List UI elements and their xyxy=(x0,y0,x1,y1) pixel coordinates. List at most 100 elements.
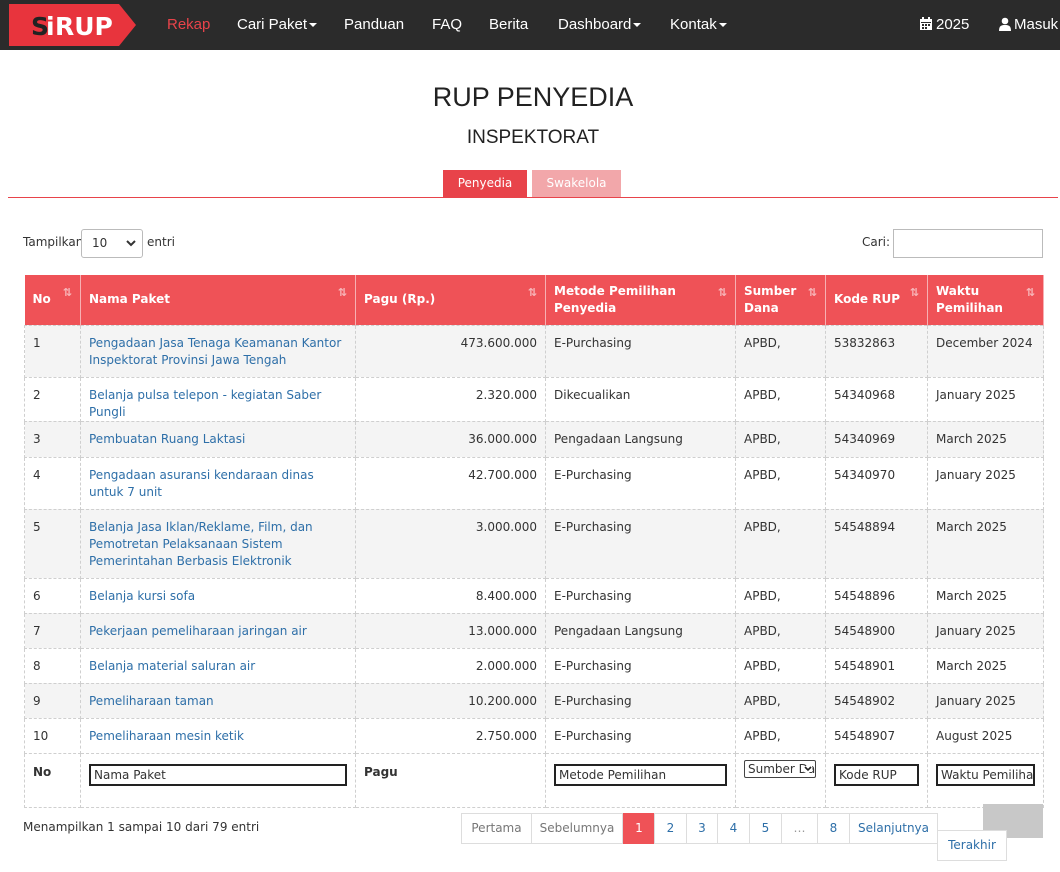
filter-kode-rup-input[interactable]: Kode RUP xyxy=(834,763,919,786)
cell-pagu: 3.000.000 xyxy=(355,508,546,579)
table-row: 3 Pembuatan Ruang Laktasi 36.000.000 Pen… xyxy=(24,420,1044,458)
cell-nama-paket-link[interactable]: Pemeliharaan mesin ketik xyxy=(80,717,356,754)
cell-waktu: March 2025 xyxy=(927,577,1044,614)
sort-icon: ⇅ xyxy=(337,286,347,299)
pagination-page-4[interactable]: 4 xyxy=(717,813,750,844)
column-header-nama-paket[interactable]: Nama Paket ⇅ xyxy=(80,275,356,325)
cell-nama-paket-link[interactable]: Pekerjaan pemeliharaan jaringan air xyxy=(80,612,356,649)
cell-nama-paket-link[interactable]: Pembuatan Ruang Laktasi xyxy=(80,420,356,458)
nav-dashboard[interactable]: Dashboard xyxy=(558,0,642,50)
table-row: 9 Pemeliharaan taman 10.200.000 E-Purcha… xyxy=(24,682,1044,719)
pagination-prev[interactable]: Sebelumnya xyxy=(531,813,623,844)
tab-penyedia[interactable]: Penyedia xyxy=(443,170,527,197)
cell-pagu: 2.750.000 xyxy=(355,717,546,754)
filter-waktu-input[interactable]: Waktu Pemilihan xyxy=(936,763,1035,786)
sort-icon: ⇅ xyxy=(1025,286,1035,299)
table-row: 2 Belanja pulsa telepon - kegiatan Saber… xyxy=(24,376,1044,422)
pagination-first[interactable]: Pertama xyxy=(461,813,532,844)
column-header-no[interactable]: No ⇅ xyxy=(24,275,81,325)
column-header-sumber-dana[interactable]: Sumber Dana ⇅ xyxy=(735,275,826,325)
nav-login-label: Masuk xyxy=(1014,16,1059,33)
cell-waktu: August 2025 xyxy=(927,717,1044,754)
cell-metode: Dikecualikan xyxy=(545,376,736,422)
cell-waktu: January 2025 xyxy=(927,456,1044,510)
cell-kode-rup: 54548907 xyxy=(825,717,928,754)
cell-nama-paket-link[interactable]: Pemeliharaan taman xyxy=(80,682,356,719)
nav-berita-label: Berita xyxy=(489,16,529,33)
cell-nama-paket-link[interactable]: Belanja material saluran air xyxy=(80,647,356,684)
cell-sumber-dana: APBD, xyxy=(735,420,826,458)
table-row: 10 Pemeliharaan mesin ketik 2.750.000 E-… xyxy=(24,717,1044,754)
cell-nama-paket-link[interactable]: Pengadaan Jasa Tenaga Keamanan Kantor In… xyxy=(80,324,356,378)
filter-sumber-dana-select[interactable]: Sumber Dana xyxy=(744,759,816,778)
column-header-metode[interactable]: Metode Pemilihan Penyedia ⇅ xyxy=(545,275,736,325)
pagination-last[interactable]: Terakhir xyxy=(937,830,1007,861)
nav-cari-paket-label: Cari Paket xyxy=(237,16,308,33)
cell-sumber-dana: APBD, xyxy=(735,376,826,422)
cell-waktu: March 2025 xyxy=(927,508,1044,579)
pagination-next[interactable]: Selanjutnya xyxy=(849,813,938,844)
pagination-page-8[interactable]: 8 xyxy=(817,813,850,844)
cell-no: 2 xyxy=(24,376,81,422)
filter-metode-input[interactable]: Metode Pemilihan xyxy=(554,763,727,786)
cell-nama-paket-link[interactable]: Pengadaan asuransi kendaraan dinas untuk… xyxy=(80,456,356,510)
cell-kode-rup: 54548896 xyxy=(825,577,928,614)
search-input[interactable] xyxy=(893,229,1043,258)
pagination-page-3[interactable]: 3 xyxy=(686,813,718,844)
pagination-ellipsis: … xyxy=(781,813,818,844)
column-header-label: Waktu Pemilihan xyxy=(936,283,1003,315)
nav-cari-paket[interactable]: Cari Paket xyxy=(237,0,318,50)
cell-no: 10 xyxy=(24,717,81,754)
column-header-waktu[interactable]: Waktu Pemilihan ⇅ xyxy=(927,275,1044,325)
svg-text:RUP: RUP xyxy=(55,12,113,41)
nav-year[interactable]: 2025 xyxy=(919,0,969,50)
pagination-page-1[interactable]: 1 xyxy=(623,813,655,844)
length-suffix: entri xyxy=(147,235,175,249)
nav-rekap[interactable]: Rekap xyxy=(167,0,210,50)
sort-icon: ⇅ xyxy=(527,286,537,299)
cell-metode: Pengadaan Langsung xyxy=(545,612,736,649)
nav-login[interactable]: Masuk xyxy=(999,0,1058,50)
nav-rekap-label: Rekap xyxy=(167,16,211,33)
filter-cell-kode: Kode RUP xyxy=(825,752,928,808)
page-title: RUP PENYEDIA xyxy=(432,82,634,112)
rup-table: No ⇅ Nama Paket ⇅ Pagu (Rp.) ⇅ Metode Pemil… xyxy=(24,275,1044,808)
chevron-down-icon xyxy=(309,23,318,28)
cell-kode-rup: 53832863 xyxy=(825,324,928,378)
cell-nama-paket-link[interactable]: Belanja Jasa Iklan/Reklame, Film, dan Pe… xyxy=(80,508,356,579)
nav-kontak[interactable]: Kontak xyxy=(670,0,727,50)
nav-faq-label: FAQ xyxy=(432,16,463,33)
column-header-label: No xyxy=(32,292,51,307)
cell-nama-paket-link[interactable]: Belanja pulsa telepon - kegiatan Saber P… xyxy=(80,376,356,422)
calendar-icon xyxy=(920,17,932,30)
cell-no: 1 xyxy=(24,324,81,378)
filter-nama-paket-input[interactable]: Nama Paket xyxy=(89,763,347,786)
length-select[interactable]: 10 xyxy=(81,229,143,258)
pagination-page-5[interactable]: 5 xyxy=(749,813,782,844)
column-header-kode-rup[interactable]: Kode RUP ⇅ xyxy=(825,275,928,325)
length-select-value: 10 xyxy=(92,236,108,250)
cell-no: 9 xyxy=(24,682,81,719)
chevron-down-icon xyxy=(633,23,642,28)
tab-swakelola[interactable]: Swakelola xyxy=(532,170,621,197)
cell-kode-rup: 54548894 xyxy=(825,508,928,579)
sirup-logo[interactable]: S i RUP xyxy=(9,4,136,46)
column-header-pagu[interactable]: Pagu (Rp.) ⇅ xyxy=(355,275,546,325)
cell-pagu: 42.700.000 xyxy=(355,456,546,510)
cell-sumber-dana: APBD, xyxy=(735,508,826,579)
chevron-down-icon xyxy=(126,240,136,247)
cell-kode-rup: 54340970 xyxy=(825,456,928,510)
nav-berita[interactable]: Berita xyxy=(489,0,528,50)
nav-panduan[interactable]: Panduan xyxy=(344,0,404,50)
cell-pagu: 8.400.000 xyxy=(355,577,546,614)
column-header-label: Metode Pemilihan Penyedia xyxy=(554,283,676,315)
cell-nama-paket-link[interactable]: Belanja kursi sofa xyxy=(80,577,356,614)
cell-metode: E-Purchasing xyxy=(545,577,736,614)
nav-faq[interactable]: FAQ xyxy=(432,0,462,50)
pagination-page-2[interactable]: 2 xyxy=(654,813,687,844)
cell-sumber-dana: APBD, xyxy=(735,324,826,378)
cell-sumber-dana: APBD, xyxy=(735,647,826,684)
table-row: 7 Pekerjaan pemeliharaan jaringan air 13… xyxy=(24,612,1044,649)
table-info: Menampilkan 1 sampai 10 dari 79 entri xyxy=(23,820,260,834)
cell-no: 7 xyxy=(24,612,81,649)
